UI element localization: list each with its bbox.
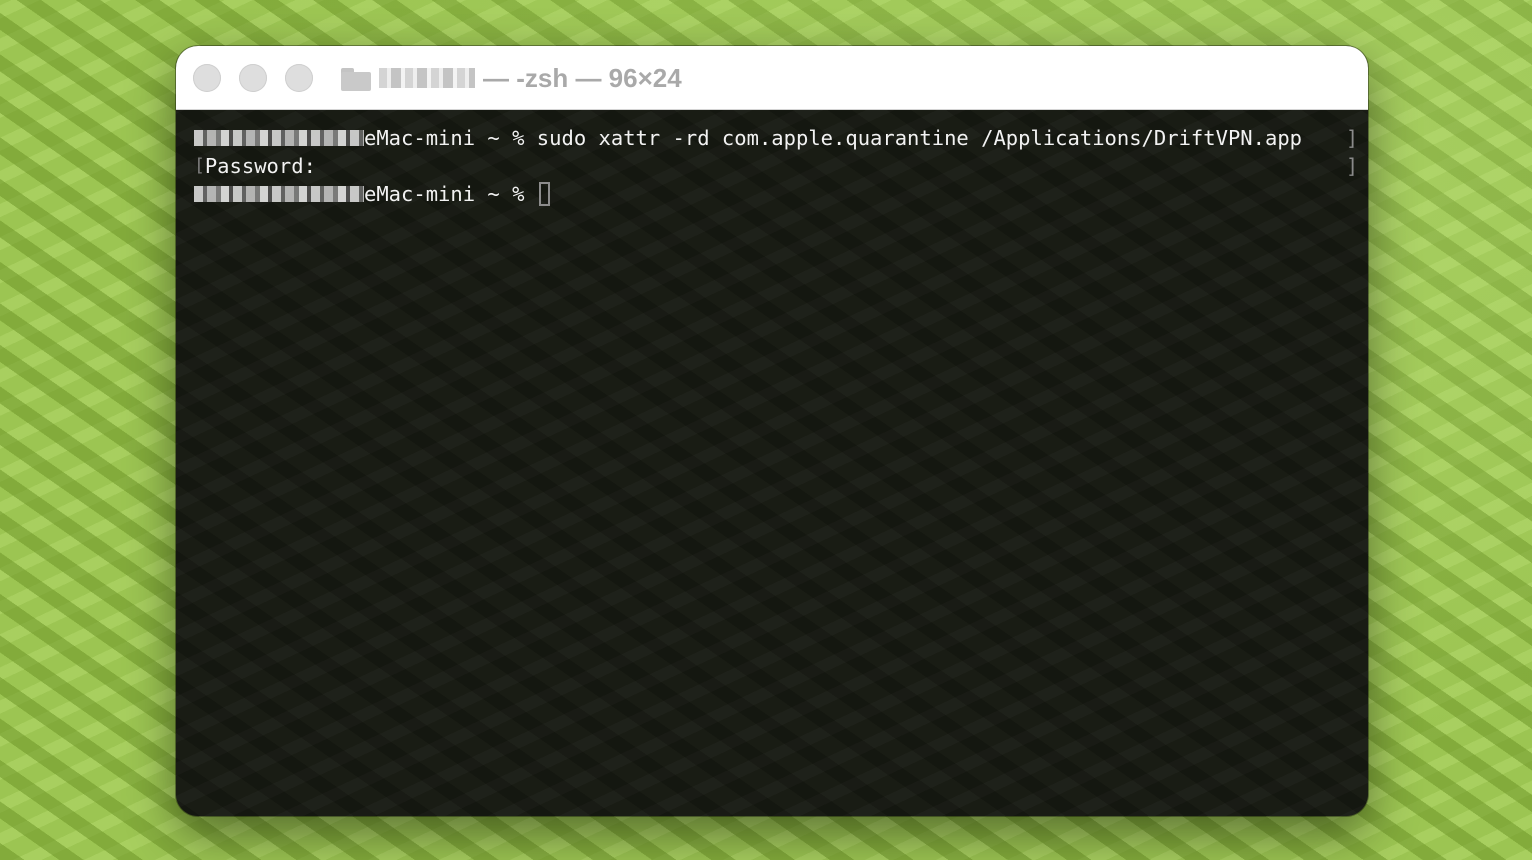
- window-title: — -zsh — 96×24: [483, 62, 682, 93]
- close-button[interactable]: [193, 64, 221, 92]
- minimize-button[interactable]: [239, 64, 267, 92]
- window-titlebar[interactable]: — -zsh — 96×24: [176, 46, 1368, 110]
- prompt-host: eMac-mini ~ %: [364, 182, 537, 206]
- zoom-button[interactable]: [285, 64, 313, 92]
- terminal-line-prompt: eMac-mini ~ %: [194, 180, 550, 208]
- redacted-username: [194, 130, 364, 146]
- terminal-line-command: eMac-mini ~ % sudo xattr -rd com.apple.q…: [194, 124, 1302, 152]
- line-mark-icon: ]: [1345, 154, 1358, 178]
- prompt-host: eMac-mini ~ %: [364, 126, 537, 150]
- terminal-line-password: [Password:: [194, 152, 316, 180]
- window-title-area: — -zsh — 96×24: [341, 61, 682, 95]
- redacted-username: [379, 68, 475, 88]
- redacted-username: [194, 186, 364, 202]
- terminal-content[interactable]: eMac-mini ~ % sudo xattr -rd com.apple.q…: [176, 110, 1368, 816]
- folder-icon: [341, 68, 371, 91]
- terminal-window[interactable]: — -zsh — 96×24 eMac-mini ~ % sudo xattr …: [176, 46, 1368, 816]
- command-text: sudo xattr -rd com.apple.quarantine /App…: [536, 126, 1303, 150]
- password-prompt: Password:: [204, 154, 316, 178]
- text-cursor[interactable]: [538, 182, 550, 206]
- line-mark-icon: ]: [1345, 126, 1358, 150]
- line-mark-icon: [: [194, 155, 205, 176]
